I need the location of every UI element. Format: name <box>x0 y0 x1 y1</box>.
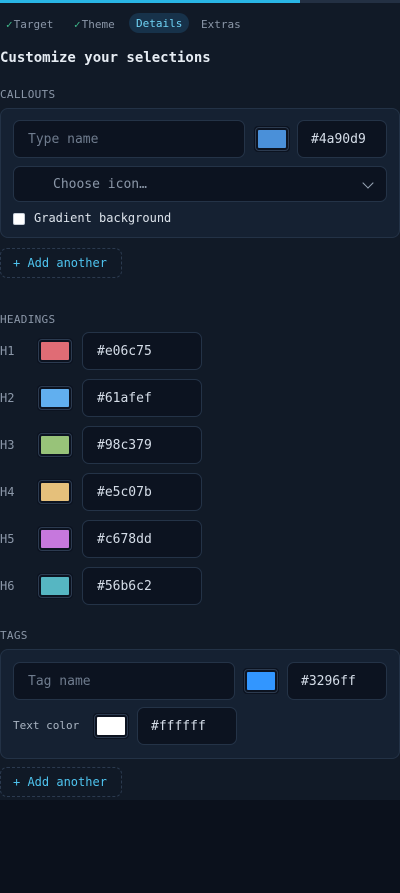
tags-section-label: TAGS <box>0 629 28 642</box>
callout-color-picker[interactable] <box>254 126 290 152</box>
add-callout-button[interactable]: + Add another <box>0 248 122 278</box>
heading-level-label: H1 <box>0 344 15 358</box>
tag-card: #3296ff Text color #ffffff <box>0 649 400 759</box>
heading-color-picker[interactable] <box>37 432 73 458</box>
tab-theme-label: Theme <box>81 17 115 31</box>
heading-level-label: H6 <box>0 579 15 593</box>
headings-section-label: HEADINGS <box>0 313 56 326</box>
tag-name-input[interactable] <box>13 662 235 700</box>
tab-theme[interactable]: ✓ Theme <box>74 14 115 34</box>
progress-track <box>0 0 400 3</box>
tab-extras[interactable]: Extras <box>201 14 241 34</box>
text-color-hex-input[interactable]: #ffffff <box>137 707 237 745</box>
heading-hex-input[interactable]: #c678dd <box>82 520 202 558</box>
heading-level-label: H5 <box>0 532 15 546</box>
heading-color-picker[interactable] <box>37 479 73 505</box>
callout-hex-input[interactable]: #4a90d9 <box>297 120 387 158</box>
heading-color-swatch <box>38 433 72 457</box>
heading-level-label: H2 <box>0 391 15 405</box>
tab-details[interactable]: Details <box>129 13 190 33</box>
heading-color-swatch <box>38 339 72 363</box>
callout-icon-select[interactable]: Choose icon… <box>13 166 387 202</box>
tag-hex-input[interactable]: #3296ff <box>287 662 387 700</box>
text-color-label: Text color <box>13 719 80 732</box>
heading-color-picker[interactable] <box>37 385 73 411</box>
check-icon: ✓ <box>6 17 13 31</box>
gradient-checkbox[interactable] <box>13 213 25 225</box>
heading-color-swatch <box>38 480 72 504</box>
callout-card: #4a90d9 Choose icon… Gradient background <box>0 108 400 238</box>
heading-hex-input[interactable]: #e06c75 <box>82 332 202 370</box>
heading-hex-input[interactable]: #56b6c2 <box>82 567 202 605</box>
tab-extras-label: Extras <box>201 17 241 31</box>
tab-target-label: Target <box>13 17 54 31</box>
heading-level-label: H3 <box>0 438 15 452</box>
page-title: Customize your selections <box>0 50 211 66</box>
callout-color-swatch <box>255 127 289 151</box>
add-tag-button[interactable]: + Add another <box>0 767 122 797</box>
text-color-picker[interactable] <box>93 713 129 739</box>
tag-color-swatch <box>244 669 278 693</box>
tab-details-label: Details <box>136 16 183 30</box>
heading-color-swatch <box>38 574 72 598</box>
tab-target[interactable]: ✓ Target <box>6 14 53 34</box>
heading-hex-input[interactable]: #98c379 <box>82 426 202 464</box>
text-color-swatch <box>94 714 128 738</box>
heading-hex-input[interactable]: #e5c07b <box>82 473 202 511</box>
heading-level-label: H4 <box>0 485 15 499</box>
heading-color-swatch <box>38 527 72 551</box>
callouts-section-label: CALLOUTS <box>0 88 56 101</box>
heading-color-picker[interactable] <box>37 573 73 599</box>
check-icon: ✓ <box>74 17 81 31</box>
heading-hex-input[interactable]: #61afef <box>82 379 202 417</box>
chevron-down-icon <box>362 177 374 189</box>
heading-color-swatch <box>38 386 72 410</box>
progress-fill <box>0 0 300 3</box>
heading-color-picker[interactable] <box>37 338 73 364</box>
gradient-checkbox-label: Gradient background <box>34 211 172 225</box>
callout-icon-placeholder: Choose icon… <box>53 176 147 192</box>
callout-name-input[interactable] <box>13 120 245 158</box>
tag-color-picker[interactable] <box>243 668 279 694</box>
customize-panel: ✓ Target ✓ Theme Details Extras Customiz… <box>0 0 400 800</box>
heading-color-picker[interactable] <box>37 526 73 552</box>
